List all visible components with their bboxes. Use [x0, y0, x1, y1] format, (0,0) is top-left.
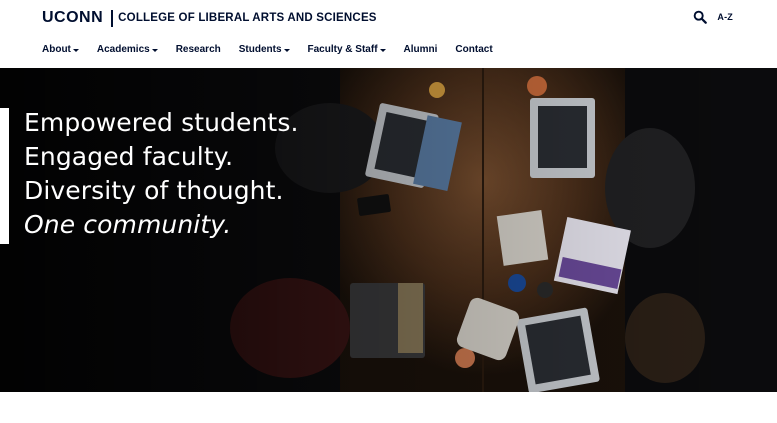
nav-item-students[interactable]: Students	[239, 44, 290, 55]
nav-item-label: Alumni	[403, 44, 438, 55]
nav-item-alumni[interactable]: Alumni	[404, 44, 438, 55]
caret-down-icon	[72, 48, 79, 52]
content-area-start	[0, 392, 777, 423]
hero-line-students: Empowered students.	[24, 108, 299, 137]
hero-line-community: One community.	[24, 210, 232, 239]
nav-item-label: Research	[175, 44, 221, 55]
hero-banner: Empowered students. Engaged faculty. Div…	[0, 68, 777, 392]
nav-item-label: About	[42, 44, 71, 55]
nav-item-research[interactable]: Research	[176, 44, 221, 55]
hero-line-faculty: Engaged faculty.	[24, 142, 234, 171]
college-name[interactable]: COLLEGE OF LIBERAL ARTS AND SCIENCES	[118, 12, 377, 24]
nav-item-about[interactable]: About	[42, 44, 79, 55]
site-brand-link[interactable]: UCONN COLLEGE OF LIBERAL ARTS AND SCIENC…	[42, 9, 377, 27]
site-header: UCONN COLLEGE OF LIBERAL ARTS AND SCIENC…	[0, 0, 777, 68]
caret-down-icon	[283, 48, 290, 52]
brand-divider	[111, 9, 114, 27]
nav-item-faculty-staff[interactable]: Faculty & Staff	[308, 44, 386, 55]
nav-item-contact[interactable]: Contact	[455, 44, 492, 55]
nav-item-label: Faculty & Staff	[307, 44, 378, 55]
main-nav: About Academics Research Students Facult…	[42, 44, 511, 55]
caret-down-icon	[379, 48, 386, 52]
nav-item-label: Academics	[96, 44, 150, 55]
nav-item-label: Contact	[455, 44, 493, 55]
search-icon[interactable]	[693, 10, 708, 24]
utility-links: A-Z	[693, 10, 733, 24]
nav-item-academics[interactable]: Academics	[97, 44, 158, 55]
hero-headline: Empowered students. Engaged faculty. Div…	[24, 106, 299, 242]
hero-line-diversity: Diversity of thought.	[24, 176, 284, 205]
search-button[interactable]	[693, 10, 708, 24]
a-z-index-link[interactable]: A-Z	[717, 12, 733, 22]
hero-accent-bar	[0, 108, 9, 244]
caret-down-icon	[151, 48, 158, 52]
nav-item-label: Students	[238, 44, 282, 55]
uconn-logo[interactable]: UCONN	[42, 9, 103, 27]
